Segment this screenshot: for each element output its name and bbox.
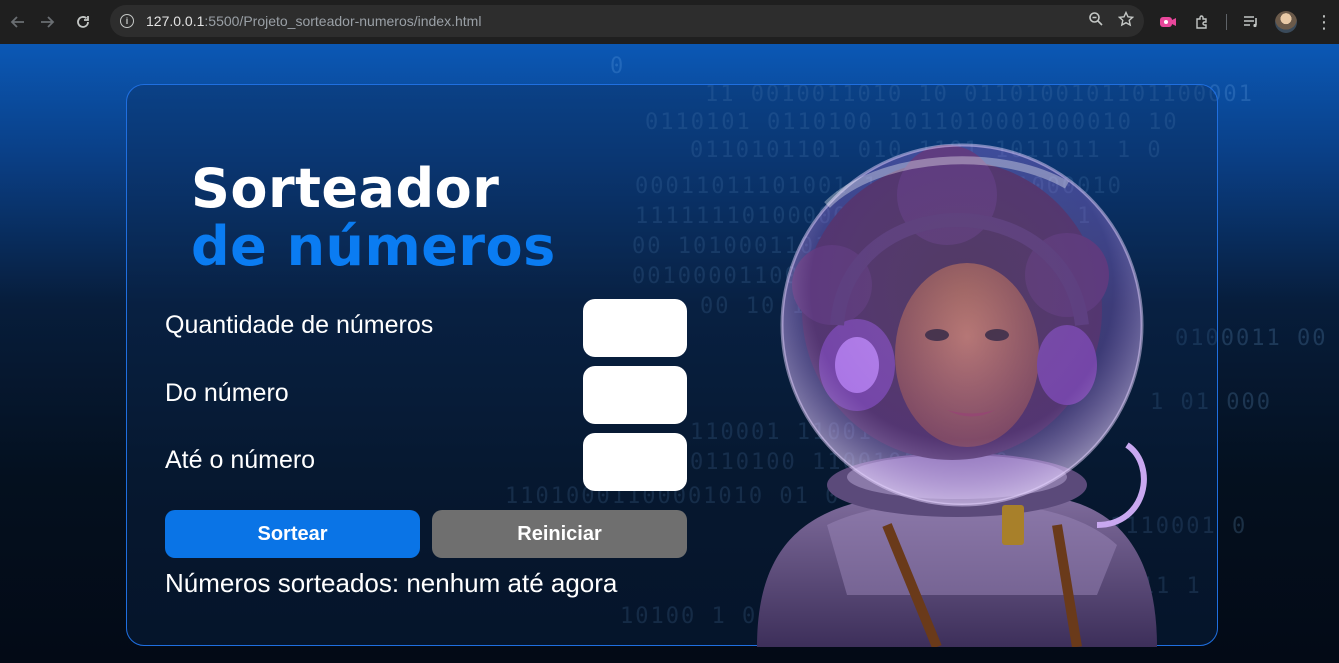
menu-icon[interactable]: ⋮	[1315, 12, 1333, 33]
forward-icon[interactable]	[29, 4, 65, 40]
extension-icon[interactable]	[1158, 12, 1178, 32]
puzzle-icon[interactable]	[1192, 12, 1212, 32]
page-background: 0 11 0010011010 10 0110100101101100001 0…	[0, 44, 1339, 663]
to-label: Até o número	[165, 446, 316, 474]
bookmark-star-icon[interactable]	[1117, 10, 1135, 32]
result-text: Números sorteados: nenhum até agora	[165, 568, 618, 598]
from-label: Do número	[165, 379, 289, 407]
reload-icon[interactable]	[65, 4, 101, 40]
media-icon[interactable]	[1241, 12, 1261, 32]
from-input[interactable]	[583, 366, 687, 424]
quantity-input[interactable]	[583, 299, 687, 357]
astronaut-illustration	[757, 143, 1157, 647]
url-text[interactable]: 127.0.0.1:5500/Projeto_sorteador-numeros…	[146, 13, 481, 29]
binary-decoration: 0	[610, 54, 626, 79]
quantity-label: Quantidade de números	[165, 311, 434, 339]
sorter-card: Sorteador de números Quantidade de númer…	[126, 84, 1218, 647]
draw-button[interactable]: Sortear	[165, 510, 420, 558]
toolbar-separator	[1226, 14, 1227, 30]
url-path: :5500/Projeto_sorteador-numeros/index.ht…	[204, 13, 482, 29]
page-title: Sorteador	[191, 157, 500, 220]
zoom-icon[interactable]	[1088, 11, 1104, 32]
browser-toolbar: i 127.0.0.1:5500/Projeto_sorteador-numer…	[0, 0, 1339, 44]
reset-button[interactable]: Reiniciar	[432, 510, 687, 558]
to-input[interactable]	[583, 433, 687, 491]
address-bar[interactable]: i 127.0.0.1:5500/Projeto_sorteador-numer…	[110, 5, 1144, 37]
page-subtitle: de números	[191, 215, 556, 278]
site-info-icon[interactable]: i	[120, 14, 134, 28]
profile-avatar[interactable]	[1275, 11, 1297, 33]
url-host: 127.0.0.1	[146, 13, 205, 29]
